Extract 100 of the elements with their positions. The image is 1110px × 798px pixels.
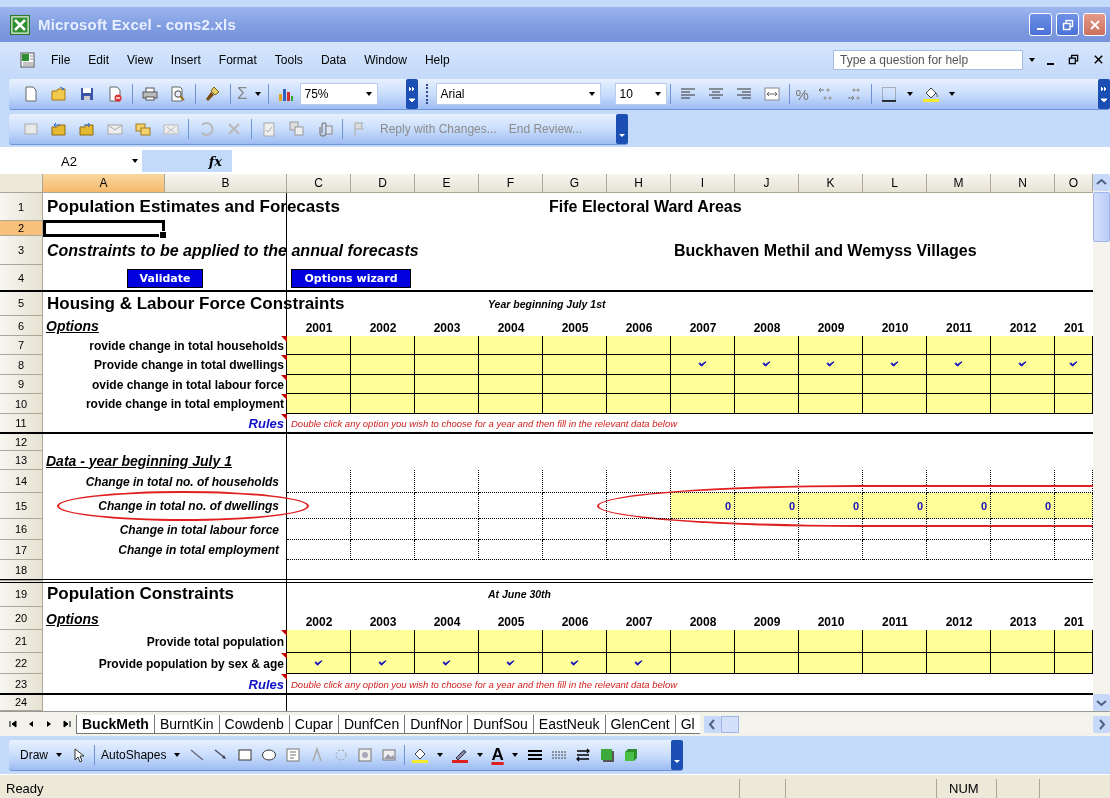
menu-item[interactable]: View (118, 50, 162, 69)
clip-art-icon[interactable] (357, 746, 374, 763)
scroll-left-icon[interactable] (703, 715, 721, 733)
active-cell[interactable] (43, 220, 165, 237)
row-header[interactable]: 4 (0, 265, 43, 291)
macro-button[interactable]: Options wizard (291, 268, 411, 288)
paint-bucket-icon[interactable] (922, 86, 939, 102)
minimize-button[interactable] (1029, 13, 1052, 36)
column-header[interactable]: L (863, 174, 927, 193)
help-search-field[interactable]: Type a question for help (833, 49, 1023, 70)
menu-item[interactable]: Data (311, 50, 356, 69)
menu-item[interactable]: Tools (265, 50, 312, 69)
menu-item[interactable]: File (42, 50, 80, 69)
row-header[interactable]: 13 (0, 451, 43, 470)
paintbrush-icon[interactable] (205, 86, 221, 102)
caret-icon[interactable] (55, 750, 63, 759)
caret-icon[interactable] (253, 90, 262, 98)
toolbar-options-icon[interactable] (405, 79, 418, 109)
caret-icon[interactable] (476, 750, 485, 759)
menu-item[interactable]: Edit (79, 50, 119, 69)
toolbar-options-icon[interactable] (1098, 79, 1110, 109)
sheet-tab[interactable]: EastNeuk (532, 714, 605, 734)
close-icon[interactable] (1093, 54, 1104, 65)
page-permission-icon[interactable] (107, 86, 123, 102)
pointer-icon[interactable] (71, 746, 87, 763)
autoshapes-menu-button[interactable]: AutoShapes (98, 747, 170, 762)
blank-page-icon[interactable] (23, 86, 39, 102)
sheet-tab[interactable]: DunfCen (337, 714, 405, 734)
caret-icon[interactable] (947, 90, 956, 98)
macro-button[interactable]: Validate (126, 268, 204, 288)
zoom-dropdown[interactable]: 75% (299, 83, 378, 105)
oval-icon[interactable] (261, 746, 278, 763)
column-header[interactable]: B (165, 174, 287, 193)
last-sheet-icon[interactable] (62, 719, 72, 729)
column-header[interactable]: H (607, 174, 671, 193)
caret-icon[interactable] (436, 750, 445, 759)
scroll-up-icon[interactable] (1093, 174, 1110, 191)
column-header[interactable]: O (1055, 174, 1093, 193)
caret-icon[interactable] (173, 750, 182, 759)
scroll-right-icon[interactable] (1093, 715, 1110, 733)
minimize-icon[interactable] (1047, 62, 1054, 65)
column-header[interactable]: E (415, 174, 479, 193)
caret-icon[interactable] (905, 90, 914, 98)
row-header[interactable]: 18 (0, 560, 43, 581)
menu-item[interactable]: Format (209, 50, 266, 69)
scroll-thumb[interactable] (1093, 192, 1110, 242)
column-header[interactable]: M (927, 174, 991, 193)
font-size-dropdown[interactable]: 10 (614, 83, 667, 105)
first-sheet-icon[interactable] (8, 719, 18, 729)
caret-icon[interactable] (364, 90, 373, 98)
restore-button[interactable] (1056, 13, 1079, 36)
rectangle-icon[interactable] (237, 746, 254, 763)
print-preview-icon[interactable] (170, 86, 186, 102)
row-header[interactable]: 21 (0, 630, 43, 653)
scroll-down-icon[interactable] (1093, 694, 1110, 711)
draw-menu-button[interactable]: Draw (17, 747, 51, 762)
caret-icon[interactable] (1028, 55, 1036, 64)
row-header[interactable]: 3 (0, 236, 43, 265)
shadow-icon[interactable] (598, 746, 615, 763)
menu-item[interactable]: Help (415, 50, 459, 69)
folder-icon[interactable] (51, 86, 67, 102)
column-header[interactable]: K (799, 174, 863, 193)
caret-icon[interactable] (131, 157, 139, 165)
menu-item[interactable]: Window (355, 50, 416, 69)
align-left-icon[interactable] (679, 86, 696, 102)
row-header[interactable]: 6 (0, 316, 43, 336)
row-header[interactable]: 5 (0, 291, 43, 316)
row-header[interactable]: 2 (0, 221, 43, 236)
sheet-tab[interactable]: Cupar (288, 714, 338, 734)
row-header[interactable]: 8 (0, 355, 43, 375)
font-color-button[interactable]: A (488, 744, 507, 765)
sheet-tab[interactable]: BurntKin (153, 714, 219, 734)
toolbar-options-icon[interactable] (616, 114, 629, 144)
align-right-icon[interactable] (735, 86, 752, 102)
row-header[interactable]: 17 (0, 540, 43, 560)
row-header[interactable]: 23 (0, 674, 43, 694)
font-dropdown[interactable]: Arial (435, 83, 601, 105)
restore-icon[interactable] (1068, 54, 1079, 65)
folder-arrow-icon[interactable] (51, 121, 67, 137)
scroll-thumb[interactable] (720, 715, 739, 733)
horizontal-scrollbar[interactable] (703, 715, 1110, 733)
align-center-icon[interactable] (707, 86, 724, 102)
column-header[interactable]: D (351, 174, 415, 193)
sheet-tab[interactable]: DunfSou (467, 714, 533, 734)
sheet-tab[interactable]: GlenCent (604, 714, 675, 734)
sheet-tab[interactable]: Gl (674, 714, 700, 734)
column-header[interactable]: F (479, 174, 543, 193)
row-header[interactable]: 1 (0, 193, 43, 221)
column-header[interactable]: A (43, 174, 165, 193)
cube-icon[interactable] (622, 746, 639, 763)
sheet-tab[interactable]: Cowdenb (218, 714, 289, 734)
insert-function-button[interactable]: fx (142, 150, 232, 172)
column-header[interactable]: N (991, 174, 1055, 193)
row-header[interactable]: 9 (0, 375, 43, 394)
paint-bucket-icon[interactable] (412, 746, 429, 763)
name-box[interactable]: A2 (0, 150, 128, 172)
row-header[interactable]: 15 (0, 493, 43, 519)
sheet-tab[interactable]: BuckMeth (76, 714, 154, 734)
vertical-scrollbar[interactable] (1093, 174, 1110, 711)
bar-chart-icon[interactable] (277, 86, 294, 102)
